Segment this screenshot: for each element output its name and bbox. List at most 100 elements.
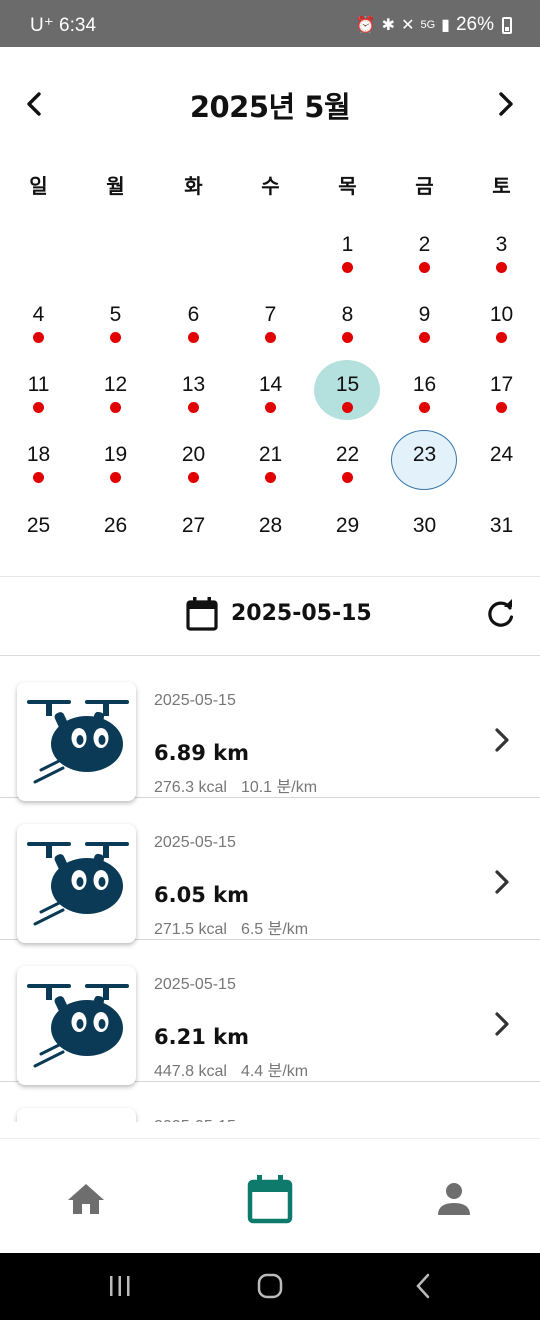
record-dot <box>342 262 353 273</box>
selected-date-bar: 2025-05-15 <box>0 577 540 655</box>
calendar-day[interactable]: 5 <box>77 288 154 358</box>
calendar-day[interactable]: 26 <box>77 499 154 569</box>
record-distance: 6.21 km <box>154 1025 249 1049</box>
calendar-day[interactable]: 10 <box>463 288 540 358</box>
chevron-right-icon <box>495 728 509 752</box>
record-dot <box>110 402 121 413</box>
record-pace: 4.4 분/km <box>240 1063 309 1080</box>
refresh-icon[interactable] <box>486 599 516 629</box>
record-dot <box>496 262 507 273</box>
calendar-grid: 1 2 3 4 5 6 7 8 9 10 11 12 13 14 15 16 17 18 19 20 21 22 23 24 2… <box>0 0 540 560</box>
drone-thumbnail <box>17 1108 136 1122</box>
calendar-day[interactable]: 30 <box>386 499 463 569</box>
day-number: 10 <box>489 303 514 326</box>
recents-icon <box>110 1276 130 1296</box>
calendar-icon <box>247 1175 293 1224</box>
calendar-day[interactable]: 20 <box>155 428 232 498</box>
calendar-day[interactable]: 17 <box>463 358 540 428</box>
record-stats: 276.3 kcal 10.1 분/km <box>154 773 317 797</box>
calendar-day[interactable]: 29 <box>309 499 386 569</box>
day-number: 21 <box>258 443 283 466</box>
calendar-day[interactable]: 22 <box>309 428 386 498</box>
chevron-right-icon <box>495 1012 509 1036</box>
record-dot <box>188 332 199 343</box>
record-dot <box>33 472 44 483</box>
record-stats: 447.8 kcal 4.4 분/km <box>154 1057 308 1081</box>
drone-mascot-icon <box>27 984 129 1068</box>
day-number: 29 <box>335 514 360 537</box>
calendar-day[interactable]: 19 <box>77 428 154 498</box>
record-kcal: 447.8 kcal <box>154 1063 227 1080</box>
record-stats: 271.5 kcal 6.5 분/km <box>154 915 308 939</box>
back-button[interactable] <box>402 1271 442 1301</box>
day-number: 31 <box>489 514 514 537</box>
calendar-day[interactable]: 1 <box>309 218 386 288</box>
tab-profile[interactable] <box>424 1169 484 1229</box>
record-dot <box>265 332 276 343</box>
record-item[interactable]: 2025-05-15 <box>0 1082 540 1122</box>
calendar-day[interactable]: 7 <box>232 288 309 358</box>
calendar-day[interactable]: 25 <box>0 499 77 569</box>
calendar-day[interactable]: 24 <box>463 428 540 498</box>
drone-mascot-icon <box>27 842 129 926</box>
record-item[interactable]: 2025-05-15 6.05 km 271.5 kcal 6.5 분/km <box>0 798 540 943</box>
record-pace: 6.5 분/km <box>240 921 309 938</box>
record-dot <box>265 472 276 483</box>
calendar-day[interactable]: 16 <box>386 358 463 428</box>
record-distance: 6.89 km <box>154 741 249 765</box>
calendar-day[interactable]: 13 <box>155 358 232 428</box>
record-dot <box>342 402 353 413</box>
record-dot <box>265 402 276 413</box>
calendar-day[interactable]: 27 <box>155 499 232 569</box>
record-dot <box>188 402 199 413</box>
record-dot <box>342 472 353 483</box>
record-list: 2025-05-15 6.89 km 276.3 kcal 10.1 분/km <box>0 656 540 1122</box>
day-number: 12 <box>103 373 128 396</box>
calendar-day[interactable]: 28 <box>232 499 309 569</box>
day-number: 27 <box>181 514 206 537</box>
home-circle-icon <box>257 1273 283 1299</box>
tab-calendar[interactable] <box>240 1169 300 1229</box>
record-kcal: 271.5 kcal <box>154 921 227 938</box>
calendar-day[interactable]: 15 <box>309 358 386 428</box>
day-number: 14 <box>258 373 283 396</box>
record-date: 2025-05-15 <box>154 834 236 851</box>
profile-icon <box>438 1183 470 1215</box>
record-date: 2025-05-15 <box>154 692 236 709</box>
day-number: 23 <box>412 443 437 466</box>
record-dot <box>496 332 507 343</box>
drone-mascot-icon <box>21 1112 132 1122</box>
record-item[interactable]: 2025-05-15 6.21 km 447.8 kcal 4.4 분/km <box>0 940 540 1085</box>
calendar-day[interactable]: 23 <box>386 428 463 498</box>
calendar-day[interactable]: 21 <box>232 428 309 498</box>
calendar-day[interactable]: 8 <box>309 288 386 358</box>
calendar-day[interactable]: 6 <box>155 288 232 358</box>
calendar-day[interactable]: 12 <box>77 358 154 428</box>
tab-home[interactable] <box>56 1169 116 1229</box>
calendar-day[interactable]: 4 <box>0 288 77 358</box>
calendar-day[interactable]: 11 <box>0 358 77 428</box>
calendar-day[interactable]: 31 <box>463 499 540 569</box>
back-icon <box>416 1273 430 1299</box>
record-date: 2025-05-15 <box>154 1118 236 1122</box>
chevron-right-icon <box>495 870 509 894</box>
recents-button[interactable] <box>100 1271 140 1301</box>
calendar-day[interactable]: 9 <box>386 288 463 358</box>
day-number: 3 <box>495 233 508 256</box>
calendar-day[interactable]: 2 <box>386 218 463 288</box>
record-dot <box>419 402 430 413</box>
home-icon <box>68 1184 104 1214</box>
system-nav-bar <box>0 1253 540 1320</box>
calendar-day[interactable]: 3 <box>463 218 540 288</box>
day-number: 7 <box>264 303 277 326</box>
day-number: 16 <box>412 373 437 396</box>
record-dot <box>110 472 121 483</box>
calendar-day[interactable]: 14 <box>232 358 309 428</box>
record-item[interactable]: 2025-05-15 6.89 km 276.3 kcal 10.1 분/km <box>0 656 540 801</box>
home-button[interactable] <box>250 1271 290 1301</box>
day-number: 20 <box>181 443 206 466</box>
day-number: 18 <box>26 443 51 466</box>
calendar-day[interactable]: 18 <box>0 428 77 498</box>
day-number: 2 <box>418 233 431 256</box>
bottom-nav <box>0 1138 540 1253</box>
